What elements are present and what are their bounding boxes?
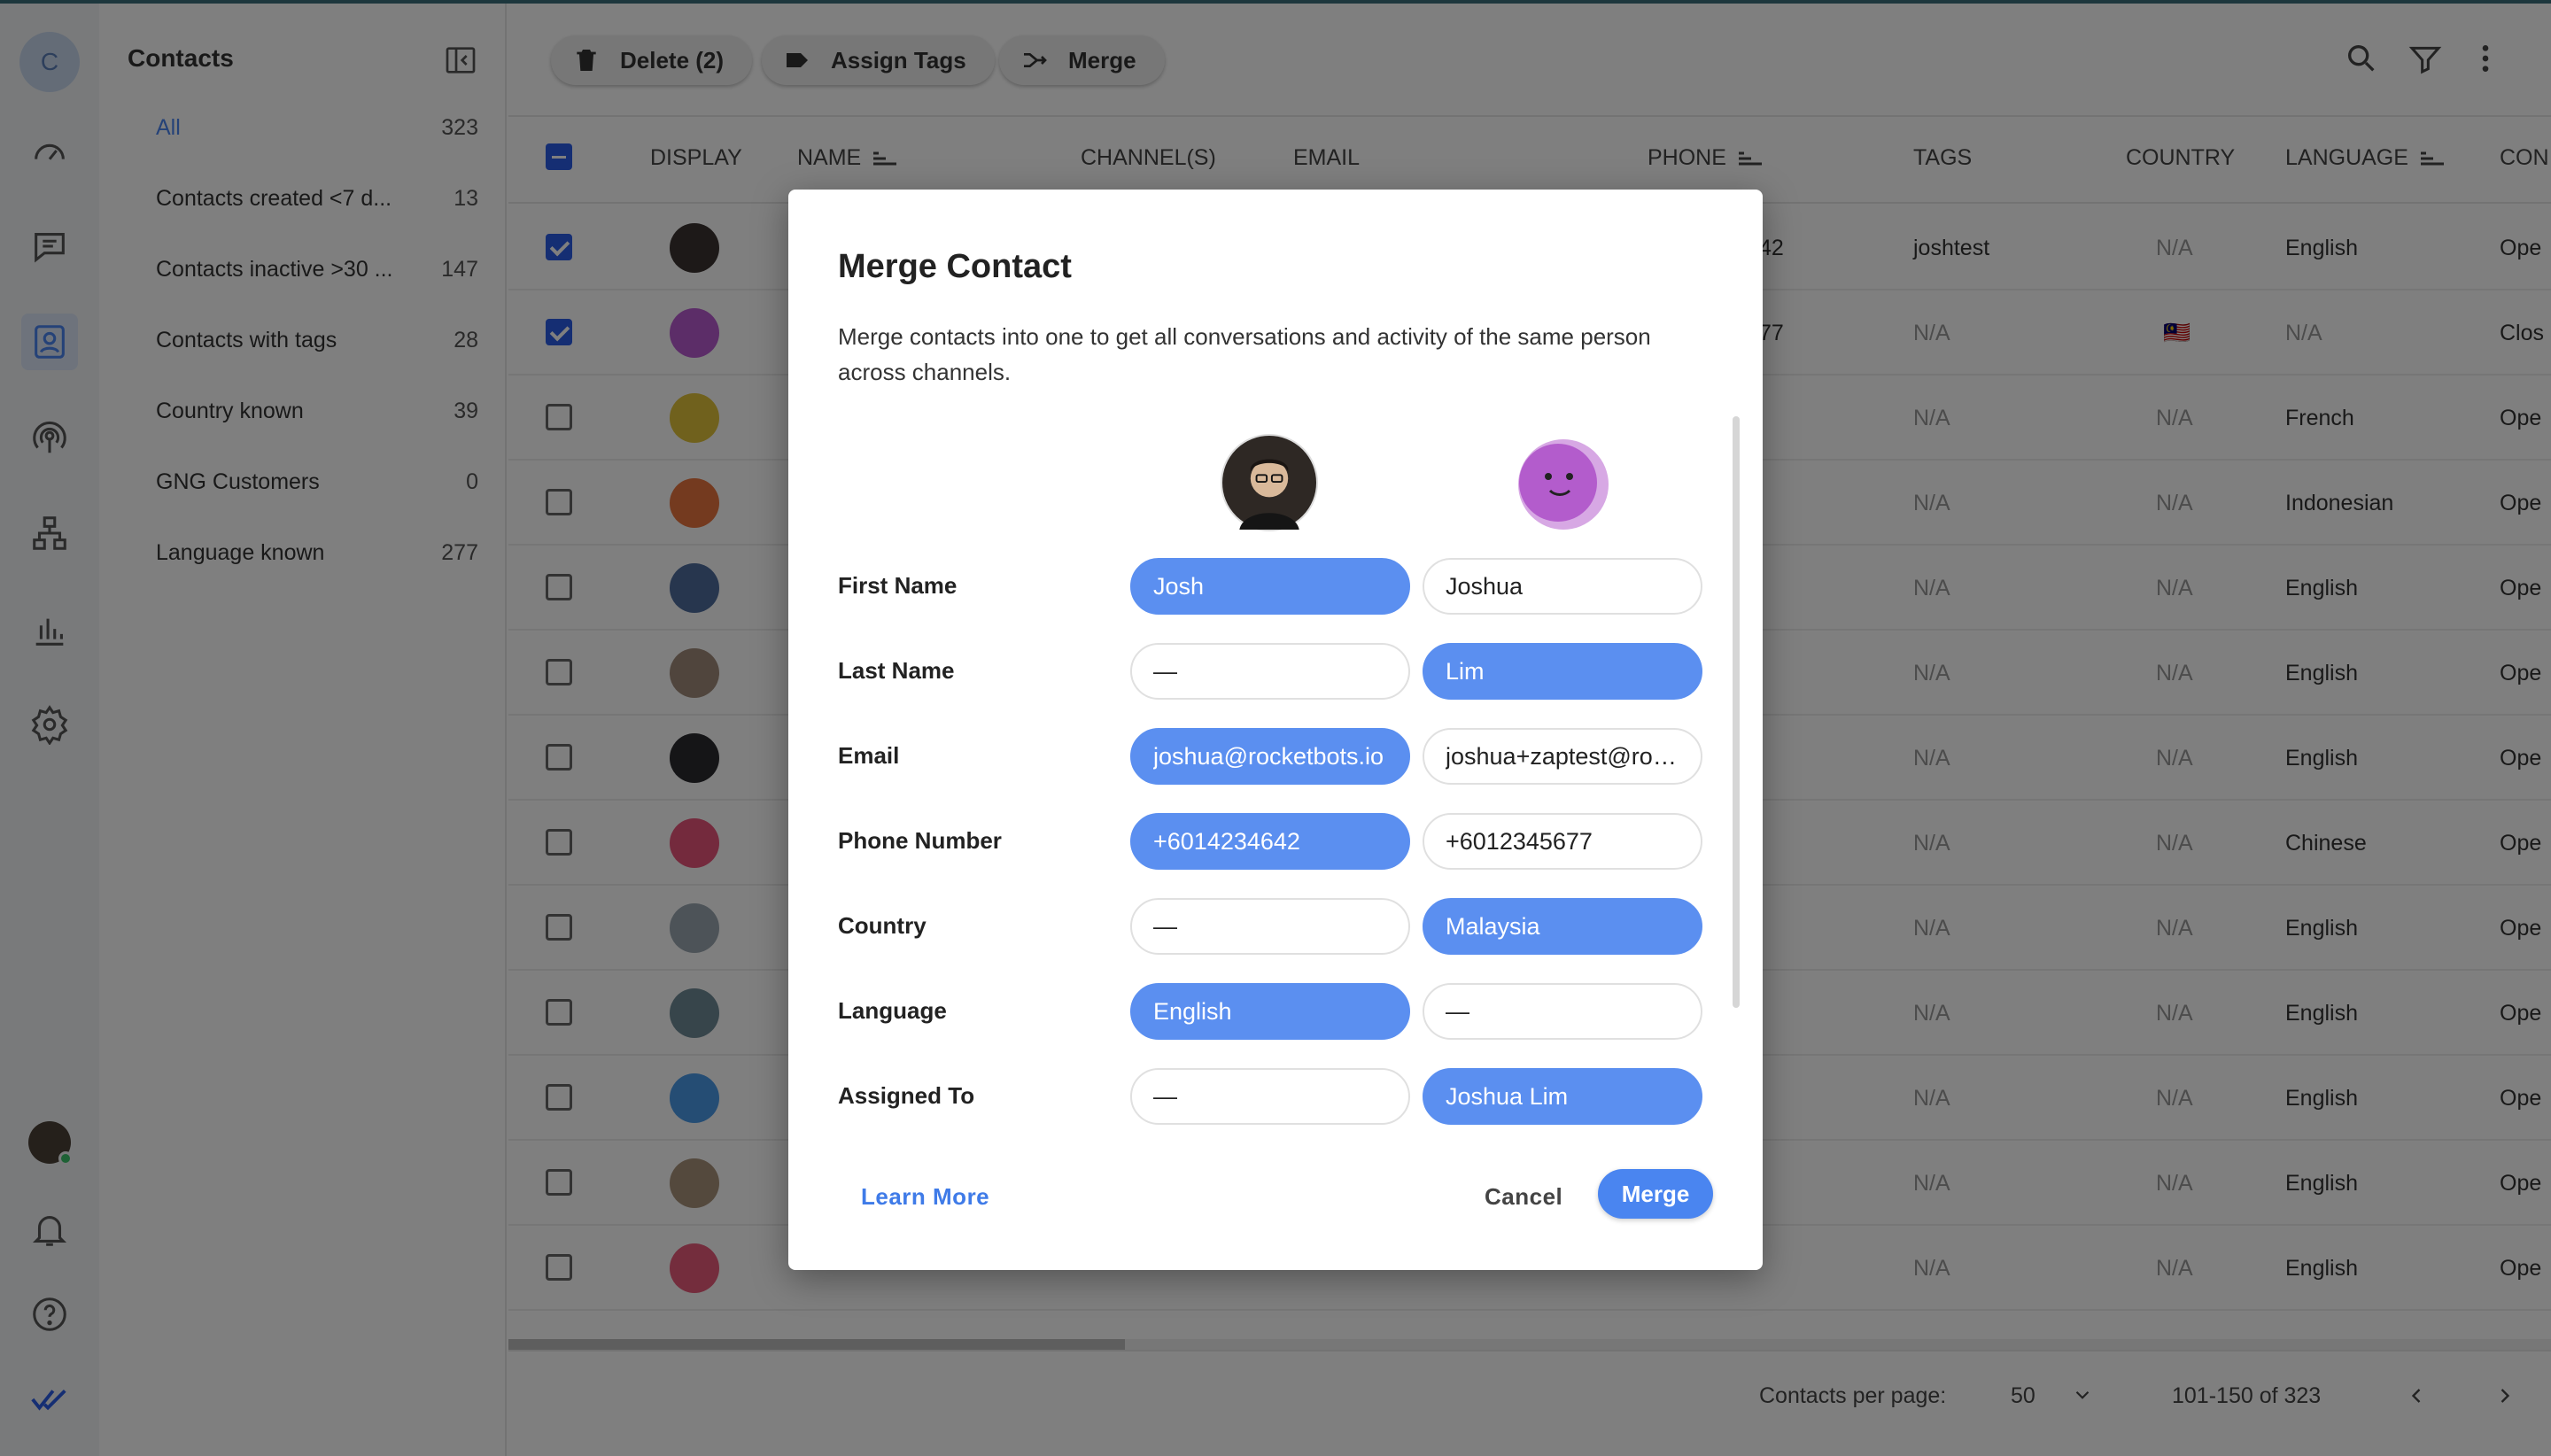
- country-label: Country: [838, 912, 927, 939]
- contact-b-avatar: [1518, 439, 1609, 530]
- cancel-button[interactable]: Cancel: [1485, 1183, 1562, 1211]
- email-option-left[interactable]: joshua@rocketbots.io: [1130, 728, 1410, 785]
- language-label: Language: [838, 997, 947, 1024]
- email-option-right[interactable]: joshua+zaptest@rocketbots.io: [1423, 728, 1702, 785]
- last-name-label: Last Name: [838, 657, 955, 684]
- assigned-to-label: Assigned To: [838, 1082, 975, 1109]
- first-name-option-right[interactable]: Joshua: [1423, 558, 1702, 615]
- merge-button[interactable]: Merge: [1598, 1169, 1713, 1219]
- country-option-right[interactable]: Malaysia: [1423, 898, 1702, 955]
- last-name-option-right[interactable]: Lim: [1423, 643, 1702, 700]
- assigned-to-option-right[interactable]: Joshua Lim: [1423, 1068, 1702, 1125]
- first-name-option-left[interactable]: Josh: [1130, 558, 1410, 615]
- learn-more-link[interactable]: Learn More: [861, 1183, 989, 1211]
- country-option-left[interactable]: —: [1130, 898, 1410, 955]
- smiley-avatar-icon: [1519, 444, 1597, 522]
- language-option-right[interactable]: —: [1423, 983, 1702, 1040]
- dialog-description: Merge contacts into one to get all conve…: [838, 323, 1651, 385]
- dialog-title: Merge Contact: [838, 248, 1072, 285]
- assigned-to-option-left[interactable]: —: [1130, 1068, 1410, 1125]
- contact-a-avatar: [1221, 434, 1318, 531]
- last-name-option-left[interactable]: —: [1130, 643, 1410, 700]
- language-option-left[interactable]: English: [1130, 983, 1410, 1040]
- phone-number-label: Phone Number: [838, 827, 1002, 854]
- dialog-scrollbar[interactable]: [1733, 416, 1740, 1008]
- first-name-label: First Name: [838, 572, 958, 599]
- email-label: Email: [838, 742, 900, 769]
- phone-option-right[interactable]: +6012345677: [1423, 813, 1702, 870]
- phone-option-left[interactable]: +6014234642: [1130, 813, 1410, 870]
- person-photo-icon: [1239, 459, 1299, 530]
- merge-contact-dialog: Merge Contact Merge contacts into one to…: [788, 190, 1763, 1270]
